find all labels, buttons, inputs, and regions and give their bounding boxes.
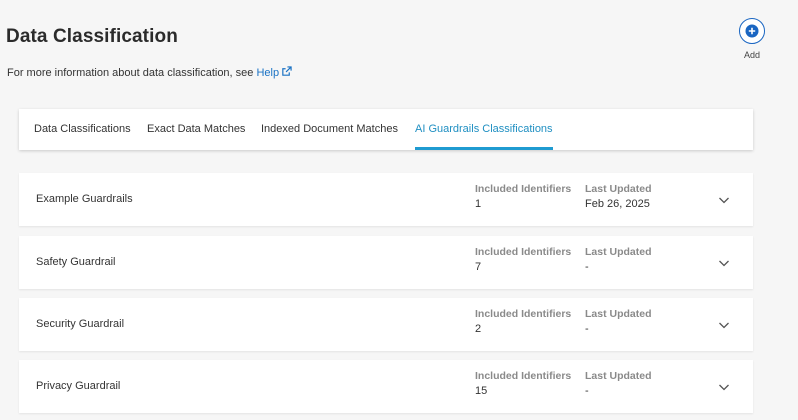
updated-value: - bbox=[585, 323, 589, 335]
identifiers-label: Included Identifiers bbox=[475, 246, 572, 258]
identifiers-value: 2 bbox=[475, 323, 482, 335]
identifiers-column: Included Identifiers 7 bbox=[475, 246, 571, 273]
tab-ai-guardrails-classifications[interactable]: AI Guardrails Classifications bbox=[415, 109, 553, 150]
guardrail-card-security[interactable]: Security Guardrail Included Identifiers … bbox=[19, 298, 753, 351]
classification-tabs: Data Classifications Exact Data Matches … bbox=[19, 109, 753, 150]
guardrail-name: Example Guardrails bbox=[36, 193, 133, 205]
identifiers-label: Included Identifiers bbox=[475, 183, 572, 195]
identifiers-label: Included Identifiers bbox=[475, 308, 572, 320]
updated-label: Last Updated bbox=[585, 308, 652, 320]
plus-circle-icon bbox=[745, 24, 759, 38]
updated-label: Last Updated bbox=[585, 183, 652, 195]
identifiers-value: 15 bbox=[475, 385, 488, 397]
updated-label: Last Updated bbox=[585, 246, 652, 258]
updated-column: Last Updated Feb 26, 2025 bbox=[585, 183, 652, 210]
add-label: Add bbox=[743, 50, 760, 60]
updated-column: Last Updated - bbox=[585, 246, 652, 273]
updated-column: Last Updated - bbox=[585, 370, 652, 397]
updated-column: Last Updated - bbox=[585, 308, 652, 335]
subtitle-text: For more information about data classifi… bbox=[7, 67, 254, 79]
page-title: Data Classification bbox=[6, 26, 178, 47]
tab-exact-data-matches[interactable]: Exact Data Matches bbox=[147, 109, 245, 150]
guardrail-name: Safety Guardrail bbox=[36, 256, 116, 268]
add-button[interactable] bbox=[739, 18, 765, 44]
add-action: Add bbox=[738, 18, 766, 60]
chevron-down-icon[interactable] bbox=[717, 256, 731, 270]
chevron-down-icon[interactable] bbox=[717, 380, 731, 394]
updated-label: Last Updated bbox=[585, 370, 652, 382]
tab-data-classifications[interactable]: Data Classifications bbox=[34, 109, 131, 150]
help-link[interactable]: Help bbox=[256, 66, 292, 79]
help-link-label: Help bbox=[256, 67, 280, 79]
updated-value: Feb 26, 2025 bbox=[585, 198, 650, 210]
identifiers-column: Included Identifiers 2 bbox=[475, 308, 571, 335]
identifiers-label: Included Identifiers bbox=[475, 370, 572, 382]
page-subtitle: For more information about data classifi… bbox=[7, 66, 292, 79]
chevron-down-icon[interactable] bbox=[717, 318, 731, 332]
guardrail-name: Security Guardrail bbox=[36, 318, 125, 330]
guardrail-card-example[interactable]: Example Guardrails Included Identifiers … bbox=[19, 173, 753, 226]
identifiers-value: 1 bbox=[475, 198, 482, 210]
guardrail-card-privacy[interactable]: Privacy Guardrail Included Identifiers 1… bbox=[19, 360, 753, 413]
updated-value: - bbox=[585, 261, 589, 273]
identifiers-value: 7 bbox=[475, 261, 482, 273]
chevron-down-icon[interactable] bbox=[717, 193, 731, 207]
identifiers-column: Included Identifiers 1 bbox=[475, 183, 571, 210]
external-link-icon bbox=[282, 66, 292, 76]
guardrail-card-safety[interactable]: Safety Guardrail Included Identifiers 7 … bbox=[19, 236, 753, 289]
guardrail-name: Privacy Guardrail bbox=[36, 380, 121, 392]
identifiers-column: Included Identifiers 15 bbox=[475, 370, 571, 397]
tab-indexed-document-matches[interactable]: Indexed Document Matches bbox=[261, 109, 398, 150]
updated-value: - bbox=[585, 385, 589, 397]
